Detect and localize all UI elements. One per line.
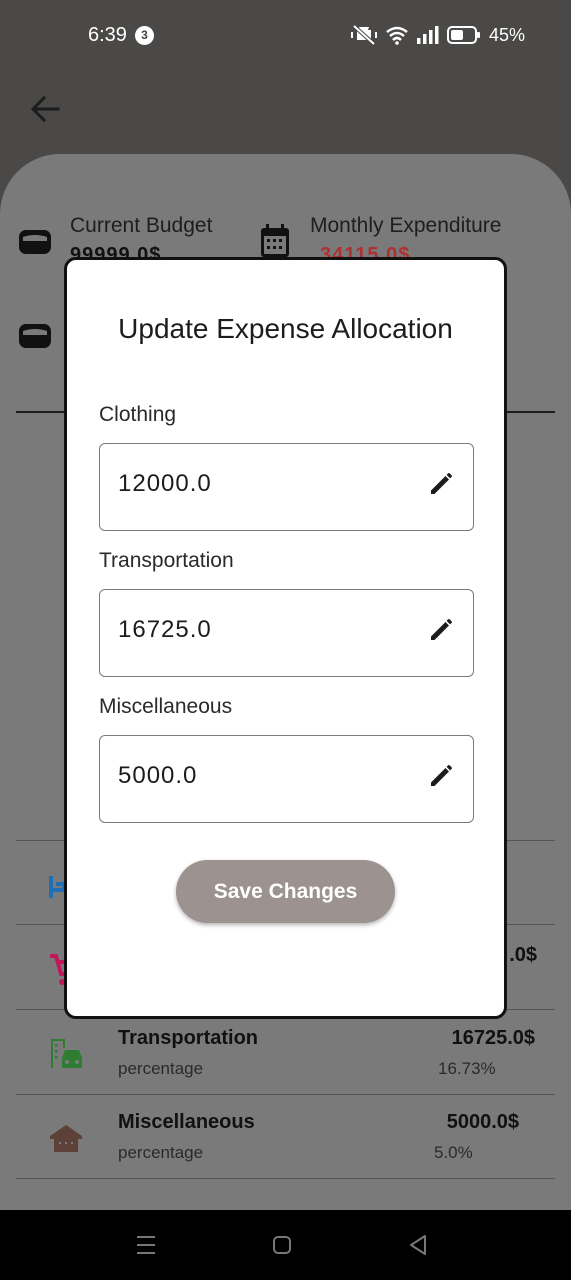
battery-percentage: 45%: [488, 24, 525, 45]
battery-icon: [446, 26, 480, 44]
mute-vibrate-icon: [350, 24, 377, 46]
system-nav-bar: [0, 1210, 571, 1280]
current-budget: Current Budget 99999.0$: [70, 214, 212, 258]
dialog-title: Update Expense Allocation: [118, 313, 453, 344]
edit-pencil-icon[interactable]: [427, 612, 459, 644]
row-percent-transportation: 16.73%: [438, 1059, 496, 1078]
row-subtitle: percentage: [118, 1059, 204, 1078]
calendar-icon: [261, 224, 289, 257]
wifi-icon: [386, 26, 408, 45]
monthly-expenditure-value: 34115.0$: [320, 244, 411, 258]
row-divider: [16, 1094, 555, 1095]
row-title-miscellaneous: Miscellaneous: [118, 1111, 255, 1133]
status-time: 6:39: [88, 24, 127, 46]
update-expense-dialog: Update Expense Allocation Clothing Trans…: [64, 257, 507, 1019]
monthly-expenditure: Monthly Expenditure 34115.0$: [310, 214, 501, 258]
transport-icon: [51, 1039, 82, 1068]
edit-pencil-icon[interactable]: [427, 466, 459, 498]
row-divider: [16, 1178, 555, 1179]
back-nav-icon[interactable]: [405, 1232, 431, 1258]
row-amount-transportation: 16725.0$: [451, 1027, 535, 1049]
signal-icon: [416, 26, 439, 44]
save-changes-button[interactable]: Save Changes: [176, 860, 395, 923]
row-title-transportation: Transportation: [118, 1027, 259, 1049]
partial-amount: .0$: [509, 944, 537, 966]
miscellaneous-label: Miscellaneous: [99, 695, 233, 718]
transportation-label: Transportation: [99, 549, 234, 572]
current-budget-value: 99999.0$: [70, 244, 162, 258]
transportation-field[interactable]: [99, 589, 474, 677]
clothing-field[interactable]: [99, 443, 474, 531]
row-amount-miscellaneous: 5000.0$: [446, 1111, 519, 1133]
monthly-expenditure-label: Monthly Expenditure: [310, 214, 502, 237]
row-percent-miscellaneous: 5.0%: [434, 1143, 473, 1162]
status-bar: 6:39 3 45%: [0, 0, 571, 72]
house-icon: [50, 1125, 82, 1152]
edit-pencil-icon[interactable]: [427, 758, 459, 790]
wallet-icon: [19, 324, 51, 348]
status-icons: 45%: [350, 24, 525, 46]
current-budget-label: Current Budget: [70, 214, 213, 237]
menu-icon[interactable]: [133, 1232, 159, 1258]
back-arrow-icon[interactable]: [28, 92, 62, 126]
miscellaneous-input[interactable]: [118, 762, 408, 790]
wallet-icon: [19, 230, 51, 254]
clothing-input[interactable]: [118, 470, 408, 498]
transportation-input[interactable]: [118, 616, 408, 644]
row-subtitle: percentage: [118, 1143, 204, 1162]
notification-count-badge: 3: [135, 26, 154, 45]
home-icon[interactable]: [269, 1232, 295, 1258]
miscellaneous-field[interactable]: [99, 735, 474, 823]
clothing-label: Clothing: [99, 403, 177, 426]
